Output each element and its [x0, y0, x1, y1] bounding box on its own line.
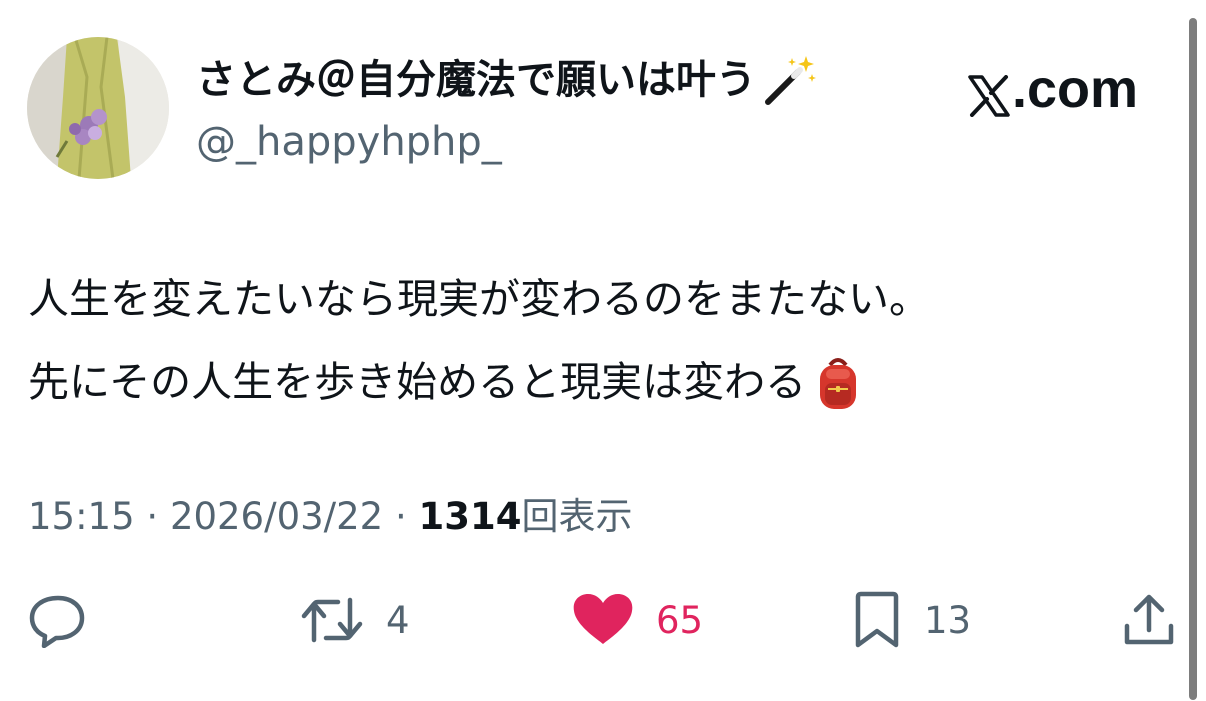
reply-icon [28, 592, 86, 648]
x-logo-icon [968, 68, 1010, 117]
tweet-meta: 15:15 · 2026/03/22 · 1314回表示 [28, 490, 632, 544]
retweet-icon [300, 592, 364, 648]
meta-separator: · [146, 495, 159, 538]
author-display-name[interactable]: さとみ＠自分魔法で願いは叶う [196, 52, 818, 108]
heart-icon [572, 592, 634, 648]
meta-separator: · [394, 495, 407, 538]
magic-wand-icon [762, 52, 818, 108]
views-label: 回表示 [521, 495, 633, 538]
bookmark-icon [852, 591, 902, 649]
author-handle[interactable]: @_happyhphp_ [196, 114, 502, 170]
views-count: 1314 [418, 495, 522, 538]
x-com-badge[interactable]: .com [968, 58, 1138, 120]
x-com-text: .com [1012, 59, 1139, 119]
tweet-date[interactable]: 2026/03/22 [170, 495, 383, 538]
author-name-text: さとみ＠自分魔法で願いは叶う [196, 57, 756, 103]
share-icon [1122, 592, 1176, 648]
action-bar: 4 65 13 [0, 590, 1206, 650]
backpack-icon [812, 355, 864, 411]
bookmark-button[interactable]: 13 [852, 590, 971, 650]
tweet-line-1: 人生を変えたいなら現実が変わるのをまたない。 [28, 275, 930, 323]
tweet-text: 人生を変えたいなら現実が変わるのをまたない。 先にその人生を歩き始めると現実は変… [28, 258, 1168, 424]
share-button[interactable] [1122, 590, 1176, 650]
tweet-line-2: 先にその人生を歩き始めると現実は変わる [28, 341, 1168, 424]
retweet-count: 4 [386, 598, 410, 642]
tweet-line-2-text: 先にその人生を歩き始めると現実は変わる [28, 358, 807, 406]
tweet-time[interactable]: 15:15 [28, 495, 135, 538]
like-count: 65 [656, 598, 704, 642]
like-button[interactable]: 65 [572, 590, 703, 650]
avatar[interactable] [27, 37, 169, 179]
bookmark-count: 13 [924, 598, 972, 642]
retweet-button[interactable]: 4 [300, 590, 410, 650]
reply-button[interactable] [28, 590, 86, 650]
